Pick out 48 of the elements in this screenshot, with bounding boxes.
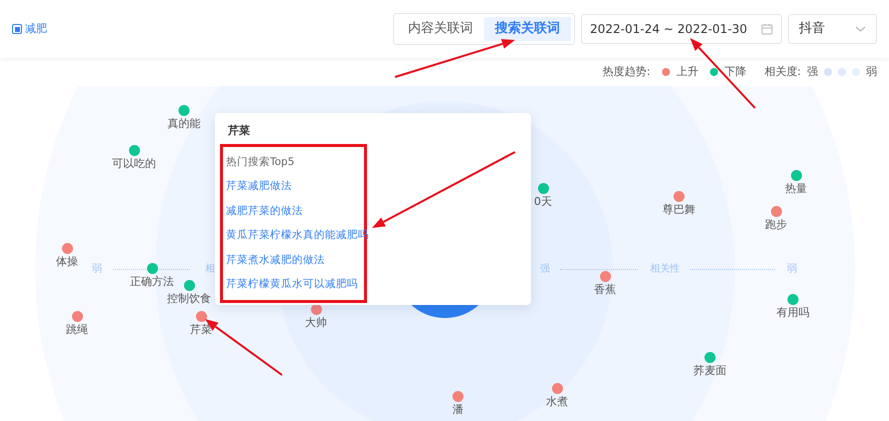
popup-title: 芹菜 [228, 123, 251, 139]
trend-legend-label: 热度趋势: [602, 64, 650, 80]
axis-label: 弱 [92, 262, 102, 276]
relevance-legend-label: 相关度: [764, 64, 801, 80]
tab[interactable]: 内容关联词 [397, 17, 484, 41]
search-term-link[interactable]: 芹菜柠檬黄瓜水可以减肥吗 [226, 272, 358, 296]
keyword-label: 减肥 [25, 20, 47, 37]
falling-dot [710, 68, 718, 76]
chevron-down-icon [855, 26, 866, 32]
node-label: 水煮 [546, 395, 568, 408]
search-term-link[interactable]: 芹菜煮水减肥的做法 [226, 248, 325, 272]
relevance-scale-dot [838, 68, 846, 76]
node-label: 正确方法 [130, 275, 174, 288]
calendar-icon [761, 23, 773, 35]
node-label: 大帅 [305, 316, 327, 329]
node-label: 体操 [56, 255, 78, 268]
search-term-link[interactable]: 减肥芹菜的做法 [226, 198, 303, 223]
node-label: 真的能 [168, 117, 200, 130]
node-label: 控制饮食 [167, 292, 211, 305]
falling-label: 下降 [724, 64, 746, 80]
relevance-scale-dot [824, 68, 832, 76]
axis-label: 弱 [787, 262, 797, 276]
axis-label: 相关性 [650, 262, 680, 276]
node-label: 0天 [534, 195, 552, 208]
axis-label: 相 [205, 262, 215, 276]
node-label: 香蕉 [594, 283, 616, 296]
node-label: 荞麦面 [694, 364, 726, 377]
search-term-link[interactable]: 芹菜减肥做法 [226, 174, 292, 198]
date-range-text: 2022-01-24 ~ 2022-01-30 [590, 21, 748, 38]
node-label: 尊巴舞 [662, 203, 696, 216]
weak-label: 弱 [866, 64, 877, 80]
checkbox-icon [12, 24, 22, 34]
node-label: 潘 [452, 403, 464, 416]
node-label: 热量 [785, 182, 807, 195]
platform-select[interactable]: 抖音 [788, 14, 877, 44]
node-label: 跑步 [765, 218, 787, 231]
node-label: 芹菜 [190, 323, 212, 336]
platform-text: 抖音 [799, 20, 825, 38]
node-label: 可以吃的 [112, 157, 156, 170]
axis-label: 强 [540, 262, 550, 276]
tab[interactable]: 搜索关联词 [484, 17, 571, 41]
node-label: 跳绳 [66, 323, 88, 336]
rising-dot [662, 68, 670, 76]
node-label: 有用吗 [776, 306, 810, 319]
date-range-field[interactable]: 2022-01-24 ~ 2022-01-30 [581, 14, 782, 44]
popup-subtitle: 热门搜索Top5 [226, 154, 296, 170]
strong-label: 强 [807, 64, 818, 80]
rising-label: 上升 [676, 64, 698, 80]
